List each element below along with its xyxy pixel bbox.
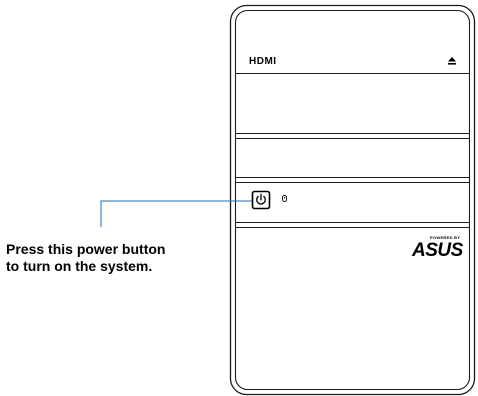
callout-text: Press this power button to turn on the s… <box>6 241 206 275</box>
pc-case-diagram: HDMI POWERED BY ASUS <box>100 4 476 396</box>
callout-line-2: to turn on the system. <box>6 258 153 274</box>
case-inner-bezel <box>234 9 471 391</box>
hdmi-logo: HDMI <box>249 56 277 67</box>
callout-leader-line <box>100 200 252 227</box>
callout-line-1: Press this power button <box>6 241 166 257</box>
power-button[interactable] <box>251 190 271 210</box>
brand-asus-logo: ASUS <box>411 240 464 261</box>
